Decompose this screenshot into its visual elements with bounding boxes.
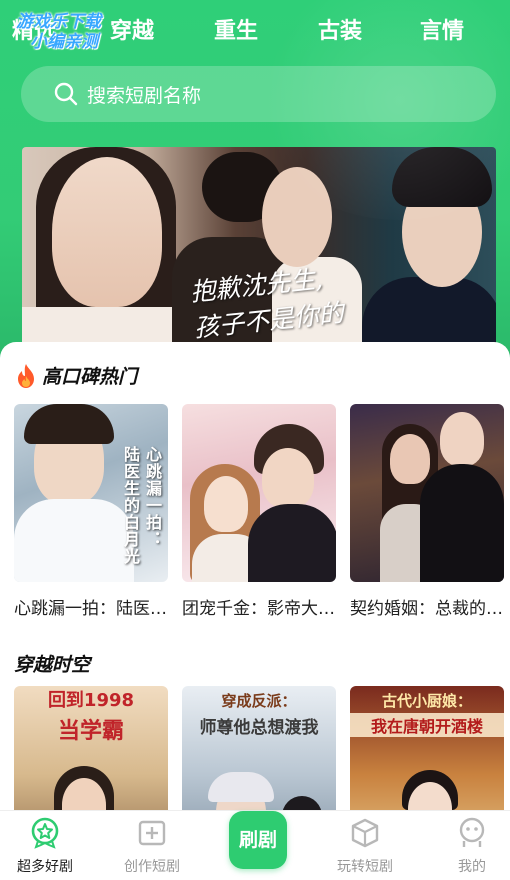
drama-card[interactable]: 古代小厨娘： 我在唐朝开酒楼: [350, 686, 504, 812]
tab-label: 玩转短剧: [337, 859, 393, 875]
poster-subtitle: 当学霸: [57, 719, 124, 744]
poster-figure-hair: [24, 404, 114, 444]
poster-title-vertical-2: 陆医生的白月光: [121, 446, 140, 565]
watermark-line-1: 游戏乐下载: [16, 12, 101, 32]
drama-poster: [182, 404, 336, 582]
poster-title: 穿成反派：: [221, 692, 297, 710]
section-title-time-travel: 穿越时空: [14, 650, 90, 677]
drama-title: 心跳漏一拍：陆医生的白月光: [14, 599, 168, 619]
tab-time-travel[interactable]: 穿越: [110, 12, 154, 52]
poster-figure-2-face: [440, 412, 484, 466]
section-title-text: 穿越时空: [14, 654, 91, 676]
banner-figure-4-face: [402, 177, 482, 287]
face-icon: [459, 817, 485, 847]
tab-me[interactable]: 我的: [422, 817, 510, 875]
drama-title: 团宠千金：影帝大佬宠上天: [182, 599, 336, 619]
content-sheet: 高口碑热门 心跳漏一拍： 陆医生的白月光 心跳漏一拍：陆医生的白月光 团宠千金：…: [0, 342, 510, 812]
drama-title: 契约婚姻：总裁的替身新娘: [350, 599, 504, 619]
bottom-tab-bar: 超多好剧 创作短剧 刷剧 玩转短剧 我的: [0, 810, 510, 880]
watermark: 游戏乐下载 小编亲测: [16, 12, 101, 52]
drama-card[interactable]: 团宠千金：影帝大佬宠上天: [182, 404, 336, 619]
poster-title-vertical-1: 心跳漏一拍：: [143, 446, 162, 548]
poster-figure-coat: [14, 499, 134, 582]
section-title-text: 高口碑热门: [42, 366, 138, 388]
banner-figure-4-hair: [392, 147, 492, 207]
tab-romance[interactable]: 言情: [420, 12, 464, 52]
watermark-line-2: 小编亲测: [30, 32, 98, 52]
drama-card[interactable]: 心跳漏一拍： 陆医生的白月光 心跳漏一拍：陆医生的白月光: [14, 404, 168, 619]
banner-figure-face: [52, 157, 162, 307]
cube-icon: [351, 818, 379, 848]
poster-figure-face: [204, 476, 248, 532]
drama-poster: 回到1998 当学霸: [14, 686, 168, 812]
tab-explore-dramas[interactable]: 玩转短剧: [315, 817, 415, 875]
poster-subtitle: 我在唐朝开酒楼: [350, 713, 504, 737]
banner-figure-3-face: [262, 167, 332, 267]
drama-card[interactable]: 回到1998 当学霸: [14, 686, 168, 812]
watch-dramas-button[interactable]: 刷剧: [229, 811, 287, 869]
featured-banner[interactable]: 抱歉沈先生, 孩子不是你的: [22, 147, 496, 357]
poster-figure-face: [390, 434, 430, 484]
poster-title: 古代小厨娘：: [381, 692, 472, 710]
drama-card[interactable]: 穿成反派： 师尊他总想渡我: [182, 686, 336, 812]
tab-label: 创作短剧: [124, 859, 180, 875]
poster-figure-2-face: [262, 448, 314, 508]
drama-poster: 古代小厨娘： 我在唐朝开酒楼: [350, 686, 504, 812]
drama-poster: [350, 404, 504, 582]
poster-subtitle: 师尊他总想渡我: [199, 718, 319, 738]
search-bar[interactable]: 搜索短剧名称: [21, 66, 496, 122]
tab-costume[interactable]: 古装: [318, 12, 362, 52]
search-icon: [54, 82, 78, 106]
tab-label: 超多好剧: [17, 859, 73, 875]
plus-square-icon: [138, 820, 166, 846]
drama-card[interactable]: 契约婚姻：总裁的替身新娘: [350, 404, 504, 619]
header-area: 精选 穿越 重生 古装 言情 搜索短剧名称 抱歉沈先生, 孩子不是你的: [0, 0, 510, 360]
poster-figure-2-suit: [248, 504, 336, 582]
fire-icon: [18, 363, 34, 388]
drama-poster: 心跳漏一拍： 陆医生的白月光: [14, 404, 168, 582]
tab-good-dramas[interactable]: 超多好剧: [0, 817, 95, 875]
poster-figure-hair: [208, 772, 274, 802]
section-title-popular: 高口碑热门: [14, 362, 137, 389]
badge-star-icon: [31, 817, 59, 849]
search-placeholder: 搜索短剧名称: [87, 84, 202, 107]
drama-poster: 穿成反派： 师尊他总想渡我: [182, 686, 336, 812]
poster-figure-2-suit: [420, 464, 504, 582]
tab-rebirth[interactable]: 重生: [214, 12, 258, 52]
tab-label: 我的: [458, 859, 486, 875]
poster-title: 回到1998: [47, 690, 135, 711]
tab-create-dramas[interactable]: 创作短剧: [102, 817, 202, 875]
